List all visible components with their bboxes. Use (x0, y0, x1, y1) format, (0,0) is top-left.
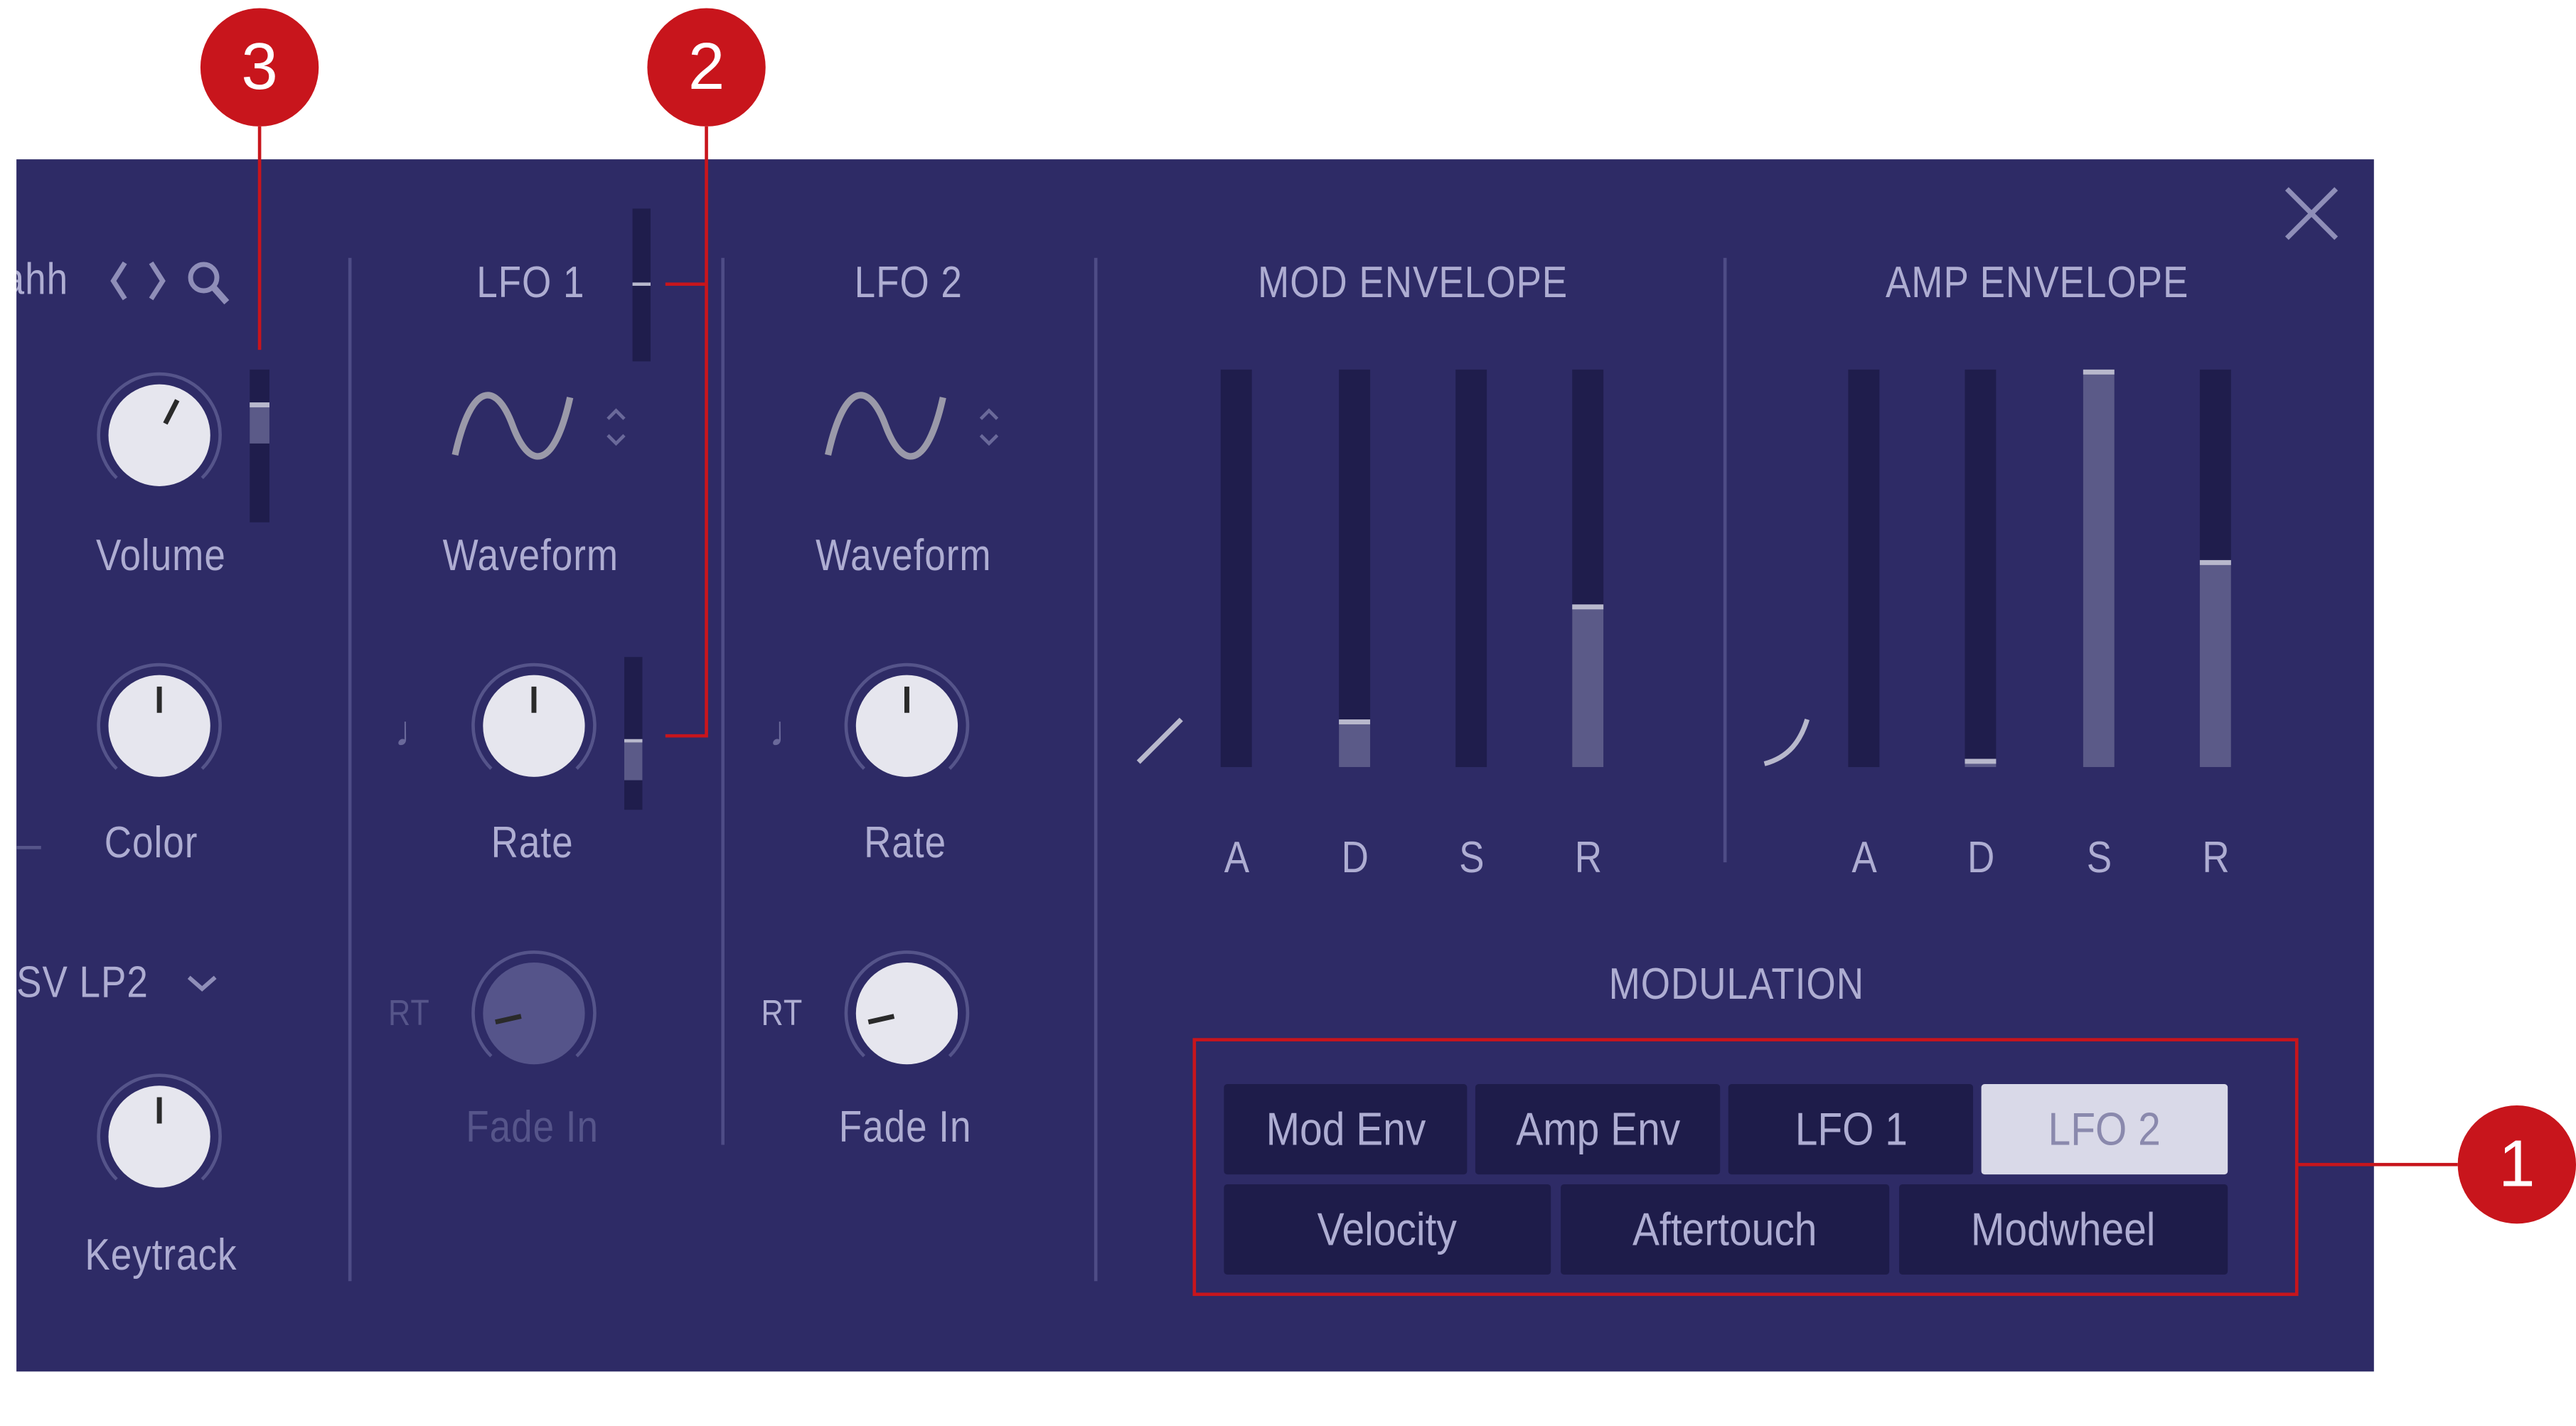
lfo1-waveform-label: Waveform (442, 530, 619, 580)
dash (16, 845, 41, 849)
callout-3-line (257, 126, 262, 350)
chevron-left-icon[interactable] (110, 261, 127, 301)
up-down-icon (979, 408, 999, 446)
callout-1-line (2297, 1162, 2458, 1167)
modulation-title: MODULATION (1608, 959, 1865, 1009)
mod-envelope-slider-d[interactable] (1339, 369, 1371, 768)
lfo1-rate-knob[interactable] (469, 660, 600, 792)
knob-body (483, 963, 585, 1065)
slider-thumb[interactable] (2199, 560, 2231, 566)
slider-fill (2199, 560, 2231, 768)
lfo2-fade-in-knob[interactable] (841, 948, 973, 1079)
chevron-right-icon[interactable] (149, 261, 166, 301)
lfo1-rate-label: Rate (491, 817, 574, 867)
linear-curve-icon[interactable] (1133, 714, 1186, 767)
keytrack-label: Keytrack (85, 1230, 237, 1280)
lfo2-waveform-label: Waveform (816, 530, 992, 580)
divider (348, 257, 352, 1282)
lfo2-waveform-selector[interactable] (820, 390, 1017, 472)
slider-thumb[interactable] (1339, 719, 1371, 724)
lfo1-fade-in-knob[interactable] (469, 948, 600, 1079)
callout-1-highlight (1192, 1038, 2299, 1297)
slider-fill (2083, 369, 2115, 768)
lfo2-title: LFO 2 (854, 257, 963, 308)
slider-fill (1965, 758, 1997, 768)
amp-envelope-title: AMP ENVELOPE (1885, 257, 2189, 308)
slider-label: A (1851, 832, 1878, 882)
callout-2-line (665, 734, 707, 738)
divider (1723, 257, 1727, 863)
callout-2: 2 (647, 8, 766, 127)
knob-body (855, 963, 958, 1065)
sine-wave-icon (825, 392, 946, 460)
close-icon (2284, 187, 2339, 240)
slider-label: R (1574, 832, 1603, 882)
close-button[interactable] (2284, 186, 2340, 242)
lfo1-mod-slider[interactable] (632, 208, 651, 362)
slider-thumb[interactable] (2083, 369, 2115, 375)
slider-label: R (2202, 832, 2230, 882)
note-sync-icon[interactable]: ♩ (769, 707, 811, 758)
slider-fill (1572, 604, 1604, 768)
keytrack-knob[interactable] (94, 1071, 225, 1203)
up-down-icon (606, 408, 626, 446)
stage: 3 2 1 ahh Volume Color SV LP2 (0, 0, 2576, 1426)
lfo1-fade-in-label: Fade In (466, 1102, 599, 1152)
slider-thumb[interactable] (1572, 604, 1604, 609)
amp-envelope-slider-a[interactable] (1848, 369, 1880, 768)
slider-label: A (1224, 832, 1251, 882)
slider-label: D (1341, 832, 1369, 882)
volume-knob[interactable] (94, 370, 225, 501)
preset-nav (110, 261, 230, 305)
callout-2-line (665, 282, 707, 286)
exponential-curve-icon[interactable] (1760, 714, 1812, 767)
slider-label: S (1459, 832, 1485, 882)
lfo1-rt-toggle[interactable]: RT (388, 995, 430, 1031)
knob-body (108, 384, 210, 486)
filter-type-dropdown[interactable]: SV LP2 (16, 958, 218, 1007)
mod-envelope-slider-s[interactable] (1455, 369, 1487, 768)
divider (1094, 257, 1098, 1282)
divider (721, 257, 725, 1145)
note-sync-icon[interactable]: ♩ (395, 707, 437, 758)
volume-label: Volume (96, 530, 226, 580)
search-icon[interactable] (188, 262, 230, 305)
callout-1: 1 (2457, 1105, 2576, 1224)
mod-envelope-title: MOD ENVELOPE (1258, 257, 1568, 308)
callout-3: 3 (200, 8, 319, 127)
color-label: Color (104, 817, 198, 867)
lfo1-rate-mod-slider[interactable] (624, 657, 643, 810)
lfo1-waveform-selector[interactable] (447, 390, 643, 472)
callout-2-line (705, 126, 708, 738)
mod-envelope-slider-r[interactable] (1572, 369, 1604, 768)
lfo1-title: LFO 1 (476, 257, 585, 308)
amp-envelope-slider-r[interactable] (2199, 369, 2231, 768)
volume-mod-slider[interactable] (250, 369, 269, 522)
slider-fill (1339, 719, 1371, 768)
sine-wave-icon (451, 392, 574, 460)
lfo2-rt-toggle[interactable]: RT (761, 995, 803, 1031)
amp-envelope-slider-d[interactable] (1965, 369, 1997, 768)
slider-label: S (2086, 832, 2113, 882)
filter-type-value: SV LP2 (16, 958, 149, 1007)
lfo2-fade-in-label: Fade In (838, 1102, 972, 1152)
chevron-down-icon (186, 975, 216, 991)
lfo2-rate-knob[interactable] (841, 660, 973, 792)
slider-label: D (1967, 832, 1996, 882)
amp-envelope-slider-s[interactable] (2083, 369, 2115, 768)
preset-name: ahh (16, 254, 69, 304)
mod-envelope-slider-a[interactable] (1220, 369, 1252, 768)
slider-thumb[interactable] (1965, 758, 1997, 764)
color-knob[interactable] (94, 660, 225, 792)
lfo2-rate-label: Rate (864, 817, 947, 867)
